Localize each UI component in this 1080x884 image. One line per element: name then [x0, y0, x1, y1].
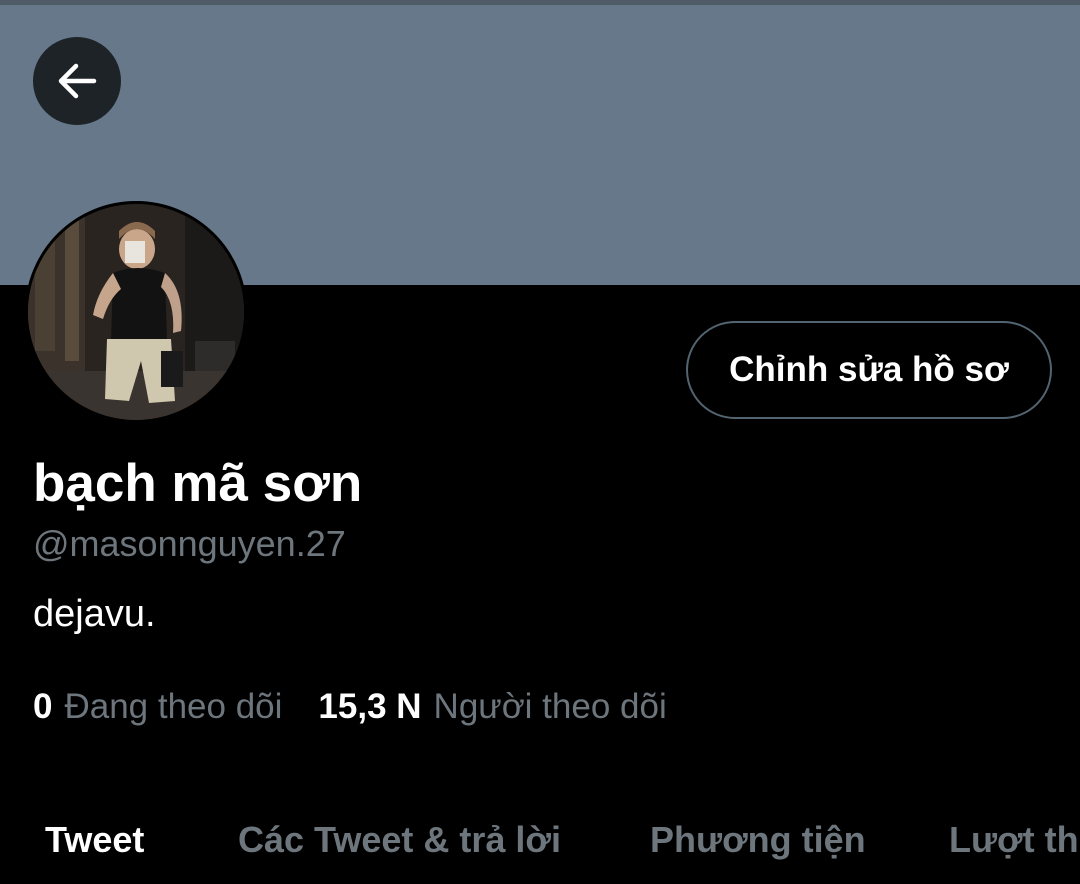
edit-profile-label: Chỉnh sửa hồ sơ [729, 350, 1009, 389]
following-count: 0 [33, 687, 53, 726]
username-handle: @masonnguyen.27 [33, 523, 346, 564]
tab-media[interactable]: Phương tiện [650, 812, 866, 868]
profile-tabs: Tweet Các Tweet & trả lời Phương tiện Lư… [0, 812, 1080, 884]
tab-tweets-replies[interactable]: Các Tweet & trả lời [238, 812, 561, 868]
followers-count: 15,3 N [318, 687, 422, 726]
tab-tweets[interactable]: Tweet [45, 812, 144, 868]
bio-text: dejavu. [33, 593, 156, 635]
back-button[interactable] [33, 37, 121, 125]
follow-stats: 0 Đang theo dõi 15,3 N Người theo dõi [33, 684, 667, 730]
profile-page: Chỉnh sửa hồ sơ bạch mã sơn @masonnguyen… [0, 0, 1080, 884]
avatar[interactable] [25, 201, 247, 423]
arrow-left-icon [54, 58, 100, 104]
display-name: bạch mã sơn [33, 454, 363, 513]
following-link[interactable]: 0 Đang theo dõi [33, 684, 282, 730]
followers-label: Người theo dõi [433, 687, 667, 726]
following-label: Đang theo dõi [64, 687, 283, 726]
profile-photo [25, 201, 247, 423]
edit-profile-button[interactable]: Chỉnh sửa hồ sơ [686, 321, 1052, 419]
tab-likes[interactable]: Lượt thí [949, 812, 1080, 868]
followers-link[interactable]: 15,3 N Người theo dõi [318, 684, 666, 730]
